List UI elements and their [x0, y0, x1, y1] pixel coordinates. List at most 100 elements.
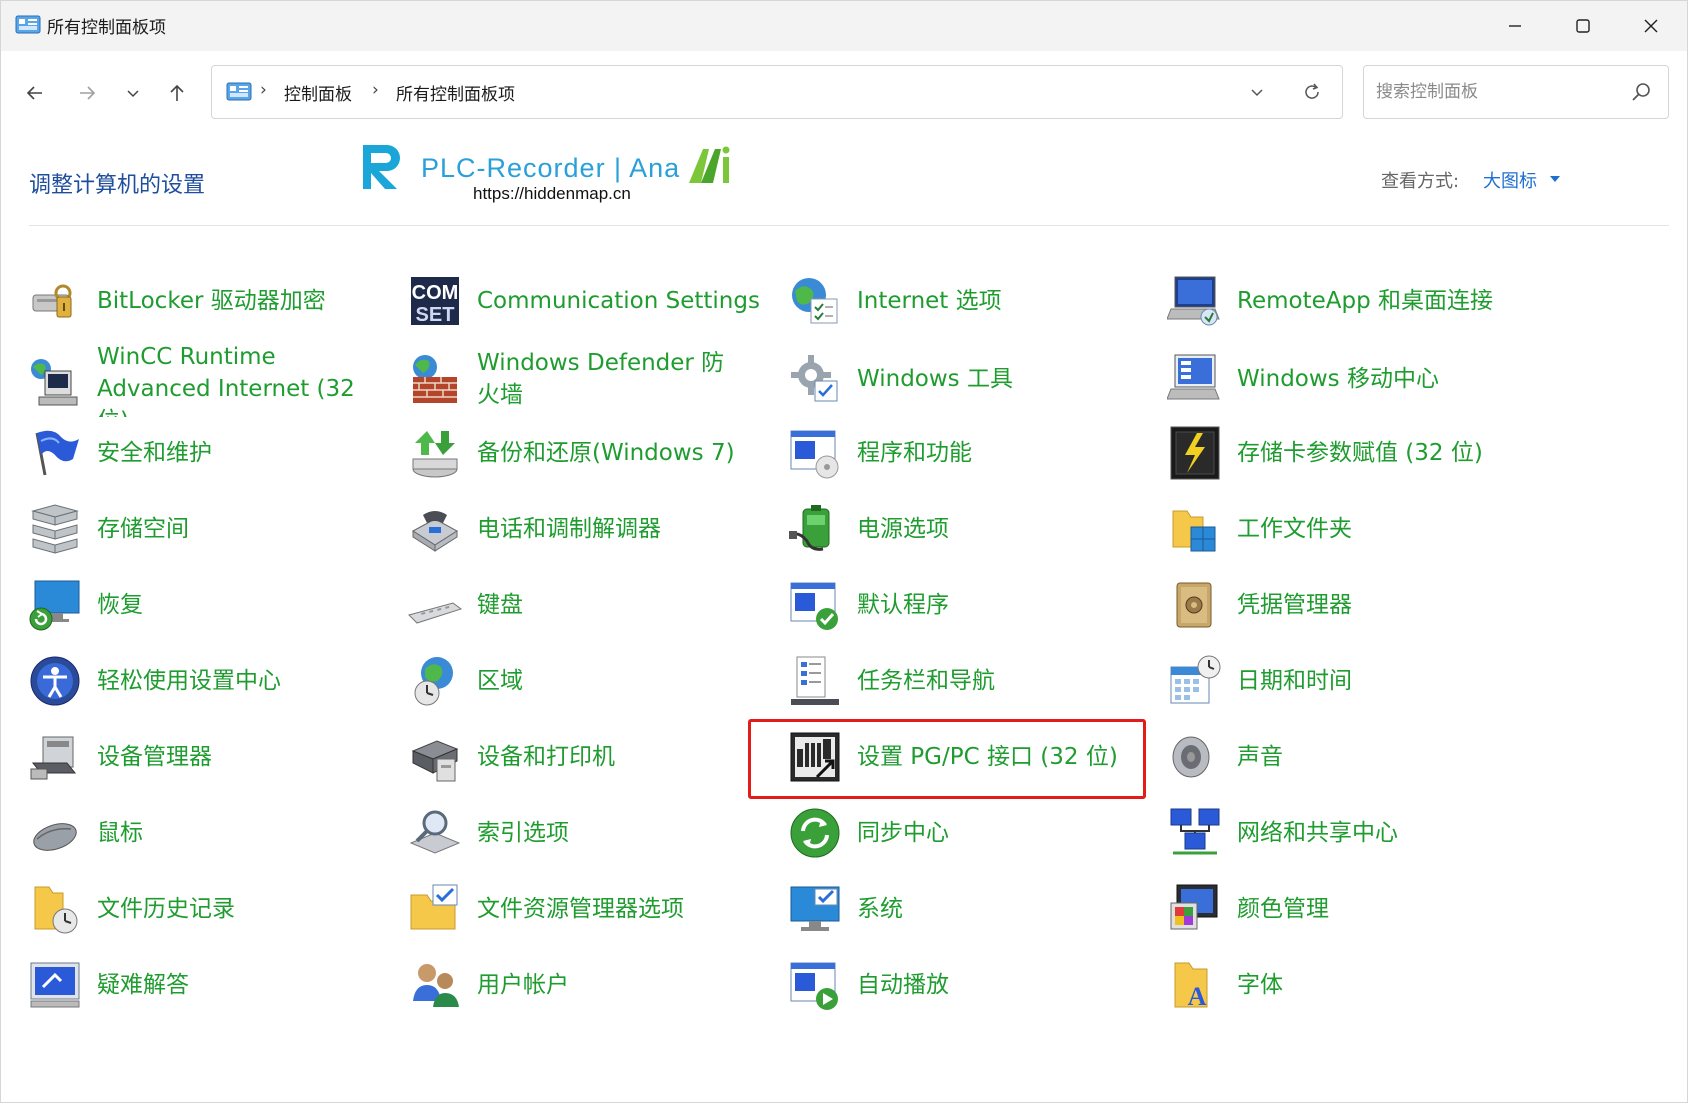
- item-explorer-options[interactable]: 文件资源管理器选项: [381, 873, 761, 945]
- item-remoteapp[interactable]: RemoteApp 和桌面连接: [1141, 265, 1581, 337]
- item-label: 日期和时间: [1237, 668, 1352, 694]
- comset-icon: COM SET: [411, 277, 459, 326]
- backup-icon: [412, 431, 458, 478]
- remoteapp-icon: [1167, 276, 1220, 326]
- taskbar-icon: [791, 656, 839, 705]
- item-fonts[interactable]: A 字体: [1141, 949, 1581, 1021]
- firewall-icon: [413, 355, 457, 403]
- item-label: 电源选项: [857, 516, 949, 542]
- network-icon: [1170, 808, 1220, 855]
- pgpc-interface-icon: [790, 732, 840, 782]
- item-label: 电话和调制解调器: [477, 516, 661, 542]
- item-credential-manager[interactable]: 凭据管理器: [1141, 569, 1581, 641]
- item-autoplay[interactable]: 自动播放: [761, 949, 1141, 1021]
- item-label: 自动播放: [857, 972, 949, 998]
- item-sync-center[interactable]: 同步中心: [761, 797, 1141, 869]
- item-programs-features[interactable]: 程序和功能: [761, 417, 1141, 489]
- item-region[interactable]: 区域: [381, 645, 761, 717]
- item-phone-modem[interactable]: 电话和调制解调器: [381, 493, 761, 565]
- item-bitlocker[interactable]: BitLocker 驱动器加密: [1, 265, 381, 337]
- item-security-maintenance[interactable]: 安全和维护: [1, 417, 381, 489]
- item-work-folders[interactable]: 工作文件夹: [1141, 493, 1581, 565]
- item-label: 索引选项: [477, 820, 569, 846]
- security-flag-icon: [35, 430, 79, 476]
- item-keyboard[interactable]: 键盘: [381, 569, 761, 641]
- item-default-programs[interactable]: 默认程序: [761, 569, 1141, 641]
- recovery-icon: [29, 580, 80, 631]
- item-label: Internet 选项: [857, 288, 1002, 314]
- item-pgpc-interface[interactable]: 设置 PG/PC 接口 (32 位): [761, 721, 1141, 793]
- item-label: 区域: [477, 668, 523, 694]
- item-troubleshooting[interactable]: 疑难解答: [1, 949, 381, 1021]
- item-label: Windows 工具: [857, 366, 1013, 392]
- item-label: 键盘: [477, 592, 523, 618]
- device-manager-icon: [30, 736, 77, 780]
- item-mouse[interactable]: 鼠标: [1, 797, 381, 869]
- item-label: 用户帐户: [477, 972, 569, 998]
- item-backup-restore[interactable]: 备份和还原(Windows 7): [381, 417, 761, 489]
- control-panel-items: BitLocker 驱动器加密 COM SET Communication Se…: [1, 1, 1687, 1102]
- item-recovery[interactable]: 恢复: [1, 569, 381, 641]
- keyboard-icon: [408, 602, 463, 624]
- item-label: 字体: [1237, 972, 1283, 998]
- devices-printers-icon: [411, 740, 459, 782]
- item-label: Communication Settings: [477, 288, 760, 314]
- item-sound[interactable]: 声音: [1141, 721, 1581, 793]
- item-taskbar-navigation[interactable]: 任务栏和导航: [761, 645, 1141, 717]
- item-label: 程序和功能: [857, 440, 972, 466]
- sync-center-icon: [790, 808, 840, 858]
- item-label: 文件历史记录: [97, 896, 235, 922]
- item-label: RemoteApp 和桌面连接: [1237, 288, 1493, 314]
- item-indexing-options[interactable]: 索引选项: [381, 797, 761, 869]
- ease-of-access-icon: [30, 656, 80, 706]
- item-label: 设备和打印机: [477, 744, 615, 770]
- item-ease-of-access[interactable]: 轻松使用设置中心: [1, 645, 381, 717]
- item-file-history[interactable]: 文件历史记录: [1, 873, 381, 945]
- item-network-sharing[interactable]: 网络和共享中心: [1141, 797, 1581, 869]
- programs-icon: [790, 430, 839, 479]
- region-icon: [414, 657, 453, 706]
- color-management-icon: [1170, 884, 1218, 930]
- work-folders-icon: [1172, 510, 1216, 552]
- explorer-options-icon: [410, 884, 458, 930]
- item-date-time[interactable]: 日期和时间: [1141, 645, 1581, 717]
- item-user-accounts[interactable]: 用户帐户: [381, 949, 761, 1021]
- item-label: 系统: [857, 896, 903, 922]
- storage-spaces-icon: [31, 504, 79, 554]
- item-label: 设置 PG/PC 接口 (32 位): [857, 744, 1118, 770]
- item-color-management[interactable]: 颜色管理: [1141, 873, 1581, 945]
- internet-options-icon: [792, 278, 838, 324]
- item-label: 备份和还原(Windows 7): [477, 440, 735, 466]
- item-communication-settings[interactable]: COM SET Communication Settings: [381, 265, 761, 337]
- svg-text:A: A: [1188, 982, 1207, 1011]
- item-label: 同步中心: [857, 820, 949, 846]
- autoplay-icon: [790, 962, 838, 1010]
- svg-text:SET: SET: [416, 304, 455, 326]
- item-defender-firewall[interactable]: Windows Defender 防火墙: [381, 341, 761, 417]
- item-label: 疑难解答: [97, 972, 189, 998]
- item-label: 网络和共享中心: [1237, 820, 1398, 846]
- item-wincc-runtime[interactable]: WinCC Runtime Advanced Internet (32 位): [1, 341, 381, 417]
- item-windows-tools[interactable]: Windows 工具: [761, 341, 1141, 417]
- item-power-options[interactable]: 电源选项: [761, 493, 1141, 565]
- item-label: 任务栏和导航: [857, 668, 995, 694]
- item-label: Windows Defender 防火墙: [477, 350, 725, 408]
- item-devices-printers[interactable]: 设备和打印机: [381, 721, 761, 793]
- item-mobility-center[interactable]: Windows 移动中心: [1141, 341, 1581, 417]
- system-icon: [790, 886, 840, 931]
- item-internet-options[interactable]: Internet 选项: [761, 265, 1141, 337]
- item-memory-card[interactable]: 存储卡参数赋值 (32 位): [1141, 417, 1581, 489]
- control-panel-window: 所有控制面板项 › 控制面板 › 所有控制面板项 搜索控制面板 调整计算机的设置…: [0, 0, 1688, 1103]
- item-storage-spaces[interactable]: 存储空间: [1, 493, 381, 565]
- item-label: 存储卡参数赋值 (32 位): [1237, 440, 1483, 466]
- fonts-icon: A: [1174, 962, 1208, 1011]
- item-label: 设备管理器: [97, 744, 212, 770]
- power-options-icon: [789, 505, 830, 551]
- item-device-manager[interactable]: 设备管理器: [1, 721, 381, 793]
- item-label: 恢复: [97, 592, 143, 618]
- indexing-icon: [409, 810, 461, 854]
- item-system[interactable]: 系统: [761, 873, 1141, 945]
- item-label: 工作文件夹: [1237, 516, 1352, 542]
- troubleshooting-icon: [30, 962, 80, 1008]
- item-label: WinCC Runtime Advanced Internet (32 位): [97, 344, 355, 417]
